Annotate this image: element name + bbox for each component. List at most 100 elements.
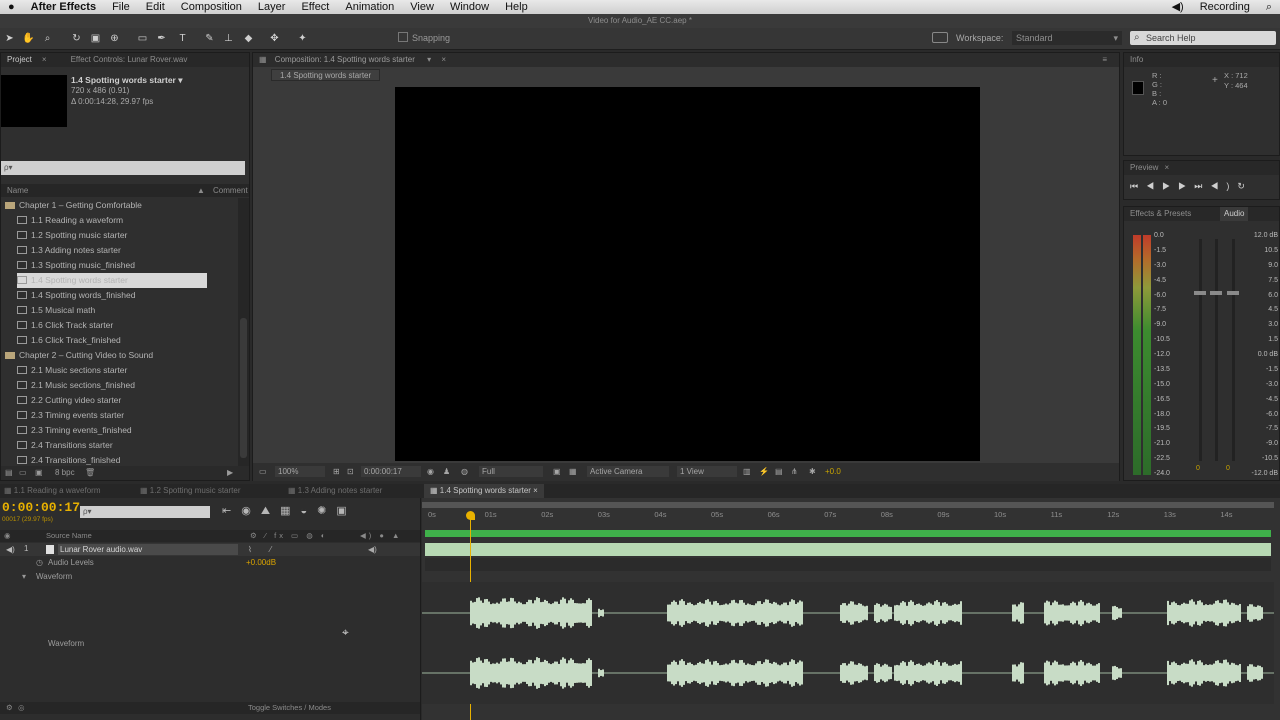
layer-name[interactable]: Lunar Rover audio.wav xyxy=(58,544,238,555)
time-ruler[interactable]: 0s 01s 02s 03s 04s 05s 06s 07s 08s 09s 10s 11s 12s 13… xyxy=(422,510,1274,526)
menu-app[interactable]: After Effects xyxy=(23,0,104,14)
grid-icon[interactable]: ⊡ xyxy=(347,467,354,476)
region-icon[interactable]: ▣ xyxy=(553,467,561,476)
hand-tool-icon[interactable]: ✋ xyxy=(22,32,35,45)
frame-blending-icon[interactable]: ▦ xyxy=(280,505,300,517)
apple-menu-icon[interactable]: ● xyxy=(0,0,23,14)
timeline-tab[interactable]: ▦ 1.3 Adding notes starter xyxy=(288,484,382,498)
bpc-label[interactable]: 8 bpc xyxy=(55,468,75,477)
volume-icon[interactable]: ◀) xyxy=(1164,0,1192,14)
menu-window[interactable]: Window xyxy=(442,0,497,14)
mask-tool-icon[interactable]: ▭ xyxy=(136,32,149,45)
zoom-select[interactable]: 100% xyxy=(275,466,325,477)
exposure-icon[interactable]: ✱ xyxy=(809,467,816,476)
brush-tool-icon[interactable]: ✎ xyxy=(203,32,216,45)
audio-icon[interactable]: ◀) xyxy=(1210,181,1237,191)
always-preview-icon[interactable]: ▭ xyxy=(259,467,267,476)
project-item[interactable]: 2.1 Music sections_finished xyxy=(17,378,135,393)
tab-info[interactable]: Info xyxy=(1130,55,1143,64)
loop-icon[interactable]: ↻ xyxy=(1237,181,1253,191)
playhead-handle[interactable] xyxy=(466,511,476,520)
project-item[interactable]: 1.6 Click Track starter xyxy=(17,318,113,333)
comp-mini-flowchart-icon[interactable]: ⇤ xyxy=(222,505,241,517)
play-icon[interactable]: ▶ xyxy=(1162,181,1178,191)
transparency-grid-icon[interactable]: ▦ xyxy=(569,467,577,476)
channel-icon[interactable]: ◍ xyxy=(461,467,468,476)
collapse-icon[interactable]: ⌇ xyxy=(248,545,252,554)
column-comment[interactable]: Comment xyxy=(213,184,248,197)
snapshot-icon[interactable]: ◉ xyxy=(427,467,434,476)
timeline-tab-close-icon[interactable]: × xyxy=(531,486,538,495)
menu-animation[interactable]: Animation xyxy=(337,0,402,14)
first-frame-icon[interactable]: ⏮ xyxy=(1130,181,1146,191)
roto-tool-icon[interactable]: ✥ xyxy=(268,32,281,45)
project-item[interactable]: 2.4 Transitions starter xyxy=(17,438,113,453)
project-item[interactable]: 1.5 Musical math xyxy=(17,303,95,318)
interpret-footage-icon[interactable]: ▤ xyxy=(5,468,13,477)
project-item[interactable]: 1.4 Spotting words_finished xyxy=(17,288,135,303)
menu-effect[interactable]: Effect xyxy=(293,0,337,14)
timeline-search-input[interactable]: ρ▾ xyxy=(80,506,210,518)
timeline-icon[interactable]: ▤ xyxy=(775,467,783,476)
panel-menu-icon[interactable]: ≡ xyxy=(1102,53,1107,67)
comp-tab-close-icon[interactable]: × xyxy=(441,55,446,64)
snapping-checkbox[interactable] xyxy=(398,32,408,42)
zoom-tool-icon[interactable]: ⌕ xyxy=(41,32,54,45)
tab-effect-controls[interactable]: Effect Controls: Lunar Rover.wav xyxy=(71,53,188,67)
column-name[interactable]: Name xyxy=(7,184,28,197)
layer-row[interactable]: ◀) 1 Lunar Rover audio.wav ⌇ ⁄ ◀) xyxy=(0,543,420,556)
av-features-icon[interactable]: ◉ xyxy=(4,530,11,542)
search-help-input[interactable]: Search Help xyxy=(1130,31,1276,45)
project-item[interactable]: 2.4 Transitions_finished xyxy=(17,453,120,466)
views-select[interactable]: 1 View xyxy=(677,466,737,477)
draft-3d-icon[interactable]: ◉ xyxy=(241,505,261,517)
last-frame-icon[interactable]: ⏭ xyxy=(1194,181,1210,191)
flowchart-icon[interactable]: ⋔ xyxy=(791,467,798,476)
transfer-controls-icon[interactable]: ◎ xyxy=(18,703,25,712)
stopwatch-icon[interactable]: ◷ xyxy=(36,558,43,567)
project-item[interactable]: 1.6 Click Track_finished xyxy=(17,333,121,348)
clone-tool-icon[interactable]: ⊥ xyxy=(222,32,235,45)
layer-switches-icon[interactable]: ⚙ xyxy=(6,703,13,712)
chevron-down-icon[interactable]: ▾ xyxy=(427,55,431,64)
project-item[interactable]: 1.1 Reading a waveform xyxy=(17,213,123,228)
next-frame-icon[interactable]: ▶ xyxy=(1178,181,1194,191)
menu-view[interactable]: View xyxy=(402,0,442,14)
prev-frame-icon[interactable]: ◀ xyxy=(1146,181,1162,191)
rotate-tool-icon[interactable]: ↻ xyxy=(70,32,83,45)
project-scrollbar[interactable] xyxy=(238,198,249,466)
show-snapshot-icon[interactable]: ♟ xyxy=(443,467,450,476)
menu-file[interactable]: File xyxy=(104,0,138,14)
new-comp-icon[interactable]: ▣ xyxy=(35,468,43,477)
audio-slider-handle-right[interactable] xyxy=(1210,291,1222,295)
sort-icon[interactable]: ▲ xyxy=(197,184,205,197)
preview-close-icon[interactable]: × xyxy=(1164,163,1169,172)
expand-triangle-icon[interactable]: ▾ xyxy=(22,572,26,581)
project-item[interactable]: 2.1 Music sections starter xyxy=(17,363,127,378)
eraser-tool-icon[interactable]: ◆ xyxy=(242,32,255,45)
fast-preview-icon[interactable]: ⚡ xyxy=(759,467,769,476)
project-item[interactable]: 2.3 Timing events starter xyxy=(17,408,124,423)
type-tool-icon[interactable]: T xyxy=(176,32,189,45)
toggle-switches-button[interactable]: Toggle Switches / Modes xyxy=(248,703,331,712)
timeline-tab[interactable]: ▦ 1.4 Spotting words starter × xyxy=(424,484,544,498)
workspace-icon[interactable] xyxy=(932,32,948,43)
camera-tool-icon[interactable]: ▣ xyxy=(89,32,102,45)
comp-timecode[interactable]: 0:00:00:17 xyxy=(361,466,421,477)
work-area-bar[interactable] xyxy=(422,502,1274,508)
project-search-input[interactable]: ρ▾ xyxy=(1,161,245,175)
menu-edit[interactable]: Edit xyxy=(138,0,173,14)
selection-tool-icon[interactable]: ➤ xyxy=(3,32,16,45)
menu-composition[interactable]: Composition xyxy=(173,0,250,14)
quality-icon[interactable]: ⁄ xyxy=(270,545,271,554)
comp-subtab[interactable]: 1.4 Spotting words starter xyxy=(271,69,381,81)
project-item[interactable]: 1.3 Adding notes starter xyxy=(17,243,121,258)
comp-viewer[interactable] xyxy=(395,87,980,461)
tab-effects-presets[interactable]: Effects & Presets xyxy=(1130,209,1191,218)
graph-editor-icon[interactable]: ▣ xyxy=(336,505,356,517)
workspace-select[interactable]: Standard ▾ xyxy=(1012,31,1122,45)
project-item[interactable]: 1.2 Spotting music starter xyxy=(17,228,127,243)
column-source-name[interactable]: Source Name xyxy=(46,530,92,542)
timeline-tab[interactable]: ▦ 1.2 Spotting music starter xyxy=(140,484,241,498)
scroll-right-icon[interactable]: ▶ xyxy=(227,468,233,477)
